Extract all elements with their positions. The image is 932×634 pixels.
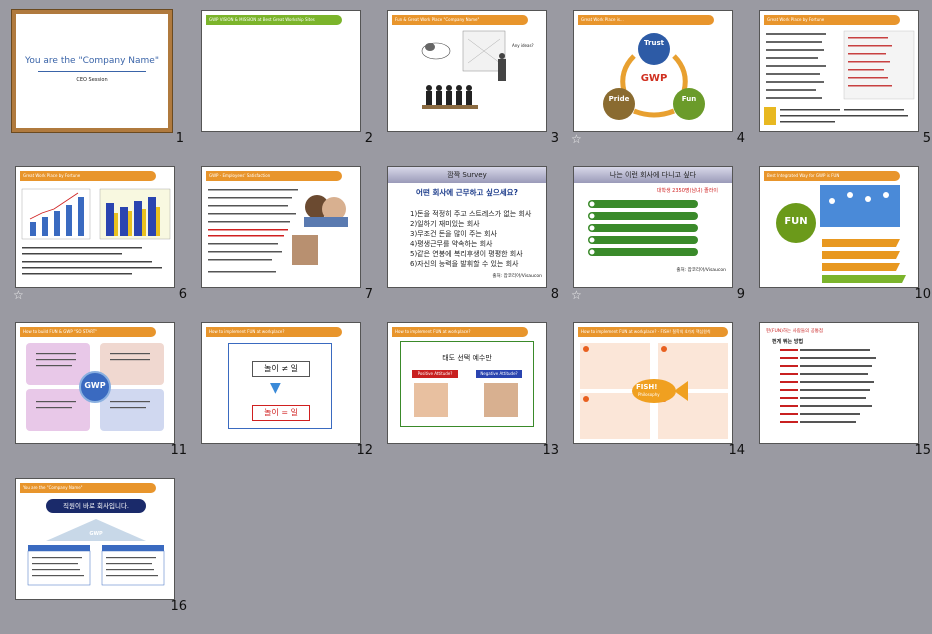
slide-9-canvas: 나는 이런 회사에 다니고 싶다 대학생 2350명(남녀) 졸라이 출처: 잡…	[573, 166, 733, 288]
slide-number-1: 1	[175, 131, 184, 146]
slide-10-fun: FUN	[784, 216, 808, 227]
slide-4-trust: Trust	[644, 39, 664, 47]
slide-4-fun: Fun	[681, 95, 697, 103]
slide-thumbnail-10[interactable]: Best Integrated Way for GWP is FUN FUN 1…	[759, 166, 931, 302]
slide-13-positive: Positive Attitude?	[412, 370, 458, 378]
slide-10-graphic	[776, 185, 906, 283]
slide-12-arrow-icon: ▼	[270, 380, 281, 396]
slide-6-charts	[21, 188, 171, 275]
slide-number-16: 16	[170, 599, 187, 614]
slide-thumbnail-8[interactable]: 깜짝 Survey 어떤 회사에 근무하고 싶으세요? 1)돈을 적정히 주고 …	[387, 166, 559, 302]
slide-thumbnail-15[interactable]: 펀(FUN)하는 사람들의 공통점 펀게 뛰는 방법 15	[759, 322, 931, 458]
slide-thumbnail-6[interactable]: Great Work Place by Fortune ☆ 6	[13, 166, 187, 302]
slide-2-banner: GWP VISION & MISSION at Best Great Works…	[206, 15, 342, 25]
slide-thumbnail-12[interactable]: How to implement FUN at workplace? 놀이 ≠ …	[201, 322, 373, 458]
slide-4-animation-icon[interactable]: ☆	[571, 132, 582, 146]
slide-1-underline	[38, 71, 146, 72]
slide-number-4: 4	[736, 131, 745, 146]
slide-8-item-4: 4)평생근무를 약속하는 회사	[410, 240, 493, 248]
slide-number-9: 9	[736, 287, 745, 302]
slide-8-source: 출처: 잡코리아/Visaucon	[492, 274, 542, 279]
slide-11-gwp: GWP	[84, 381, 106, 390]
slide-thumbnail-7[interactable]: GWP - Employees' Satisfaction 7	[201, 166, 373, 302]
slide-thumbnail-9[interactable]: 나는 이런 회사에 다니고 싶다 대학생 2350명(남녀) 졸라이 출처: 잡…	[571, 166, 745, 302]
slide-4-gwp: GWP	[640, 73, 668, 84]
slide-thumbnail-5[interactable]: Great Work Place by Fortune 5	[759, 10, 931, 146]
slide-number-2: 2	[364, 131, 373, 146]
slide-7-canvas: GWP - Employees' Satisfaction	[201, 166, 361, 288]
slide-1-title: You are the "Company Name"	[25, 56, 159, 66]
slide-thumbnail-4[interactable]: Great Work Place is... Trust GWP Pride F…	[571, 10, 745, 146]
slide-14-fish: FISH!	[636, 383, 658, 391]
slide-13-negative: Negative Attitude?	[476, 370, 522, 378]
slide-11-canvas: How to build FUN & GWP "SO START" GWP	[15, 322, 175, 444]
slide-8-canvas: 깜짝 Survey 어떤 회사에 근무하고 싶으세요? 1)돈을 적정히 주고 …	[387, 166, 547, 288]
slide-3-illustration	[421, 30, 506, 109]
slide-number-10: 10	[914, 287, 931, 302]
slide-15-canvas: 펀(FUN)하는 사람들의 공통점 펀게 뛰는 방법	[759, 322, 919, 444]
slide-number-11: 11	[170, 443, 187, 458]
slide-4-canvas: Great Work Place is... Trust GWP Pride F…	[573, 10, 733, 132]
slide-13-photo-sad	[484, 383, 518, 417]
slide-1-subtitle: CEO Session	[76, 77, 108, 83]
slide-10-canvas: Best Integrated Way for GWP is FUN FUN	[759, 166, 919, 288]
slide-number-15: 15	[914, 443, 931, 458]
slide-number-12: 12	[356, 443, 373, 458]
slide-6-canvas: Great Work Place by Fortune	[15, 166, 175, 288]
slide-12-line1: 놀이 ≠ 일	[252, 361, 310, 377]
slide-number-13: 13	[542, 443, 559, 458]
slide-3-caption: Any ideas?	[512, 43, 534, 48]
slide-thumbnail-2[interactable]: GWP VISION & MISSION at Best Great Works…	[201, 10, 373, 146]
slide-number-14: 14	[728, 443, 745, 458]
slide-14-philosophy: Philosophy	[638, 392, 660, 397]
slide-9-source: 출처: 잡코리아/Visaucon	[676, 268, 726, 273]
slide-6-animation-icon[interactable]: ☆	[13, 288, 24, 302]
slide-8-item-1: 1)돈을 적정히 주고 스트레스가 없는 회사	[410, 210, 532, 218]
slide-5-text-blocks	[764, 30, 915, 125]
slide-1-canvas: You are the "Company Name" CEO Session	[11, 9, 173, 133]
slide-8-title: 깜짝 Survey	[388, 167, 546, 183]
slide-16-canvas: You are the "Company Name" 직원이 바로 회사입니다.…	[15, 478, 175, 600]
slide-2-canvas: GWP VISION & MISSION at Best Great Works…	[201, 10, 361, 132]
slide-8-item-3: 3)무조건 돈을 많이 주는 회사	[410, 230, 497, 238]
slide-16-gwp: GWP	[89, 531, 103, 537]
slide-12-line2: 놀이 = 일	[252, 405, 310, 421]
slide-13-canvas: How to implement FUN at workplace? 태도 선택…	[387, 322, 547, 444]
slide-15-list	[780, 349, 876, 423]
slide-9-animation-icon[interactable]: ☆	[571, 288, 582, 302]
slide-thumbnail-13[interactable]: How to implement FUN at workplace? 태도 선택…	[387, 322, 559, 458]
slide-13-banner: How to implement FUN at workplace?	[392, 327, 528, 337]
slide-thumbnail-3[interactable]: Fun & Great Work Place "Company Name" An…	[387, 10, 559, 146]
slide-thumbnail-16[interactable]: You are the "Company Name" 직원이 바로 회사입니다.…	[15, 478, 187, 614]
slide-8-item-5: 5)같은 연봉에 복리후생이 평평한 회사	[410, 250, 523, 258]
slide-number-7: 7	[364, 287, 373, 302]
slide-8-item-2: 2)일하기 재미있는 회사	[410, 220, 480, 228]
slide-5-canvas: Great Work Place by Fortune	[759, 10, 919, 132]
slide-12-banner: How to implement FUN at workplace?	[206, 327, 342, 337]
slide-number-5: 5	[922, 131, 931, 146]
slide-number-3: 3	[550, 131, 559, 146]
slide-7-content	[208, 189, 348, 273]
slide-8-question: 어떤 회사에 근무하고 싶으세요?	[416, 188, 518, 197]
slide-12-canvas: How to implement FUN at workplace? 놀이 ≠ …	[201, 322, 361, 444]
slide-thumbnail-11[interactable]: How to build FUN & GWP "SO START" GWP 11	[15, 322, 187, 458]
slide-14-canvas: How to implement FUN at workplace? - FIS…	[573, 322, 733, 444]
slide-number-6: 6	[178, 287, 187, 302]
slide-4-cycle-diagram	[603, 33, 705, 120]
slide-number-8: 8	[550, 287, 559, 302]
slide-4-pride: Pride	[608, 95, 630, 103]
slide-13-photo-happy	[414, 383, 448, 417]
slide-thumbnail-1[interactable]: You are the "Company Name" CEO Session 1	[11, 9, 184, 146]
slide-thumbnail-14[interactable]: How to implement FUN at workplace? - FIS…	[573, 322, 745, 458]
slide-16-house-diagram	[27, 519, 165, 586]
slide-8-item-6: 6)자신의 능력을 발휘할 수 있는 회사	[410, 260, 519, 268]
slide-13-title: 태도 선택 예수만	[442, 354, 492, 362]
slide-3-canvas: Fun & Great Work Place "Company Name" An…	[387, 10, 547, 132]
